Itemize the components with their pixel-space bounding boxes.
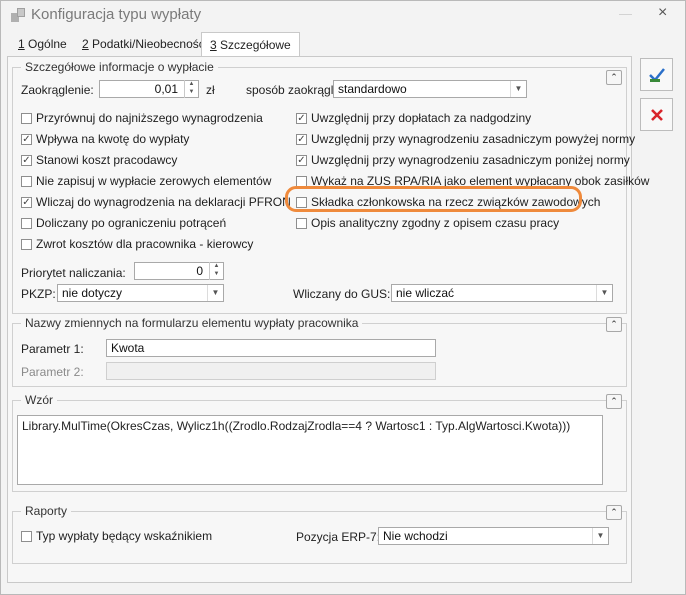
checkmark-icon[interactable]: ✓ bbox=[21, 196, 32, 208]
check-skip-zero-elements[interactable]: Nie zapisuj w wypłacie zerowych elementó… bbox=[21, 174, 271, 188]
save-icon bbox=[649, 68, 665, 82]
spin-down-icon[interactable]: ▼ bbox=[185, 88, 198, 96]
close-window-button[interactable]: × bbox=[658, 4, 667, 22]
chevron-down-icon: ▼ bbox=[592, 528, 608, 544]
erp-value: Nie wchodzi bbox=[383, 529, 448, 543]
pkzp-value: nie dotyczy bbox=[62, 286, 123, 300]
checkmark-icon[interactable]: ✓ bbox=[21, 154, 32, 166]
check-employer-cost[interactable]: ✓ Stanowi koszt pracodawcy bbox=[21, 153, 177, 167]
check-label: Uwzględnij przy wynagrodzeniu zasadniczy… bbox=[311, 153, 630, 167]
checkbox[interactable] bbox=[21, 175, 32, 187]
gus-value: nie wliczać bbox=[396, 286, 455, 300]
rounding-spinner[interactable]: ▲ ▼ bbox=[184, 80, 198, 98]
checkmark-icon[interactable]: ✓ bbox=[296, 112, 307, 124]
window-title: Konfiguracja typu wypłaty bbox=[31, 6, 202, 23]
formula-editor[interactable]: Library.MulTime(OkresCzas, Wylicz1h((Zro… bbox=[17, 415, 603, 485]
tab-taxes-absences[interactable]: 2 Podatki/Nieobecności bbox=[74, 32, 215, 56]
check-indicator-type[interactable]: Typ wypłaty będący wskaźnikiem bbox=[21, 529, 212, 543]
checkmark-icon[interactable]: ✓ bbox=[296, 154, 307, 166]
pkzp-label: PKZP: bbox=[21, 287, 56, 301]
checkbox[interactable] bbox=[21, 112, 32, 124]
priority-label: Priorytet naliczania: bbox=[21, 266, 126, 280]
check-overtime[interactable]: ✓ Uwzględnij przy dopłatach za nadgodziny bbox=[296, 111, 531, 125]
tab-general-key: 1 bbox=[18, 37, 25, 51]
dialog-window: Konfiguracja typu wypłaty — × 1 Ogólne 2… bbox=[0, 0, 686, 595]
spin-down-icon[interactable]: ▼ bbox=[210, 270, 223, 278]
highlight-outline bbox=[285, 186, 582, 212]
gus-select[interactable]: nie wliczać ▼ bbox=[391, 284, 613, 302]
tab-general[interactable]: 1 Ogólne bbox=[10, 32, 75, 56]
check-label: Uwzględnij przy dopłatach za nadgodziny bbox=[311, 111, 532, 125]
checkbox[interactable] bbox=[21, 217, 32, 229]
rounding-method-value: standardowo bbox=[338, 82, 407, 96]
tab-general-label: Ogólne bbox=[24, 37, 67, 51]
rounding-label: Zaokrąglenie: bbox=[21, 83, 94, 97]
param2-label: Parametr 2: bbox=[21, 365, 84, 379]
tab-details[interactable]: 3 Szczegółowe bbox=[201, 32, 300, 57]
pkzp-select[interactable]: nie dotyczy ▼ bbox=[57, 284, 224, 302]
tab-details-label: Szczegółowe bbox=[216, 38, 291, 52]
check-after-deductions[interactable]: Doliczany po ograniczeniu potrąceń bbox=[21, 216, 226, 230]
spin-up-icon[interactable]: ▲ bbox=[185, 80, 198, 88]
rounding-unit: zł bbox=[206, 83, 215, 97]
collapse-formula-button[interactable]: ⌃ bbox=[606, 394, 622, 409]
check-above-norm[interactable]: ✓ Uwzględnij przy wynagrodzeniu zasadnicz… bbox=[296, 132, 635, 146]
param1-label: Parametr 1: bbox=[21, 342, 84, 356]
checkbox[interactable] bbox=[296, 217, 307, 229]
tab-taxes-label: Podatki/Nieobecności bbox=[88, 37, 208, 51]
formula-title: Wzór bbox=[21, 393, 57, 407]
param1-input[interactable]: Kwota bbox=[106, 339, 436, 357]
title-bar: Konfiguracja typu wypłaty — × bbox=[1, 1, 685, 31]
check-lowest-wage[interactable]: Przyrównuj do najniższego wynagrodzenia bbox=[21, 111, 263, 125]
details-group: Szczegółowe informacje o wypłacie ⌃ Zaok… bbox=[12, 60, 649, 314]
check-label: Typ wypłaty będący wskaźnikiem bbox=[36, 529, 213, 543]
variable-names-title: Nazwy zmiennych na formularzu elementu w… bbox=[21, 316, 363, 330]
check-label: Przyrównuj do najniższego wynagrodzenia bbox=[36, 111, 263, 125]
param2-input[interactable] bbox=[106, 362, 436, 380]
check-label: Stanowi koszt pracodawcy bbox=[36, 153, 178, 167]
check-driver-refund[interactable]: Zwrot kosztów dla pracownika - kierowcy bbox=[21, 237, 253, 251]
check-below-norm[interactable]: ✓ Uwzględnij przy wynagrodzeniu zasadnicz… bbox=[296, 153, 630, 167]
erp-label: Pozycja ERP-7: bbox=[296, 530, 381, 544]
check-label: Doliczany po ograniczeniu potrąceń bbox=[36, 216, 227, 230]
tab-taxes-key: 2 bbox=[82, 37, 89, 51]
minimize-icon: — bbox=[619, 6, 632, 21]
spin-up-icon[interactable]: ▲ bbox=[210, 262, 223, 270]
check-label: Nie zapisuj w wypłacie zerowych elementó… bbox=[36, 174, 272, 188]
check-label: Wpływa na kwotę do wypłaty bbox=[36, 132, 190, 146]
chevron-down-icon: ▼ bbox=[510, 81, 526, 97]
tab-details-key: 3 bbox=[210, 38, 217, 52]
check-label: Opis analityczny zgodny z opisem czasu p… bbox=[311, 216, 560, 230]
collapse-details-button[interactable]: ⌃ bbox=[606, 70, 622, 85]
reports-title: Raporty bbox=[21, 504, 72, 518]
check-affects-payout[interactable]: ✓ Wpływa na kwotę do wypłaty bbox=[21, 132, 189, 146]
chevron-down-icon: ▼ bbox=[596, 285, 612, 301]
reports-group: Raporty ⌃ Typ wypłaty będący wskaźnikiem… bbox=[12, 504, 627, 564]
gus-label: Wliczany do GUS: bbox=[293, 287, 391, 301]
details-panel: Szczegółowe informacje o wypłacie ⌃ Zaok… bbox=[7, 56, 649, 583]
formula-group: Wzór ⌃ Library.MulTime(OkresCzas, Wylicz… bbox=[12, 393, 627, 492]
check-label: Wliczaj do wynagrodzenia na deklaracji P… bbox=[36, 195, 291, 209]
collapse-variables-button[interactable]: ⌃ bbox=[606, 317, 622, 332]
erp-select[interactable]: Nie wchodzi ▼ bbox=[378, 527, 609, 545]
cancel-button[interactable] bbox=[640, 98, 673, 131]
check-label: Uwzględnij przy wynagrodzeniu zasadniczy… bbox=[311, 132, 636, 146]
checkmark-icon[interactable]: ✓ bbox=[21, 133, 32, 145]
checkmark-icon[interactable]: ✓ bbox=[296, 133, 307, 145]
checkbox[interactable] bbox=[296, 175, 307, 187]
details-group-title: Szczegółowe informacje o wypłacie bbox=[21, 60, 218, 74]
cancel-icon bbox=[651, 109, 663, 121]
checkbox[interactable] bbox=[21, 530, 32, 542]
checkbox[interactable] bbox=[21, 238, 32, 250]
chevron-down-icon: ▼ bbox=[207, 285, 223, 301]
check-label: Zwrot kosztów dla pracownika - kierowcy bbox=[36, 237, 254, 251]
app-icon bbox=[11, 8, 25, 22]
variable-names-group: Nazwy zmiennych na formularzu elementu w… bbox=[12, 316, 627, 387]
check-pfron[interactable]: ✓ Wliczaj do wynagrodzenia na deklaracji … bbox=[21, 195, 291, 209]
check-analytic-description[interactable]: Opis analityczny zgodny z opisem czasu p… bbox=[296, 216, 559, 230]
priority-spinner[interactable]: ▲ ▼ bbox=[209, 262, 223, 280]
save-button[interactable] bbox=[640, 58, 673, 91]
collapse-reports-button[interactable]: ⌃ bbox=[606, 505, 622, 520]
rounding-method-select[interactable]: standardowo ▼ bbox=[333, 80, 527, 98]
